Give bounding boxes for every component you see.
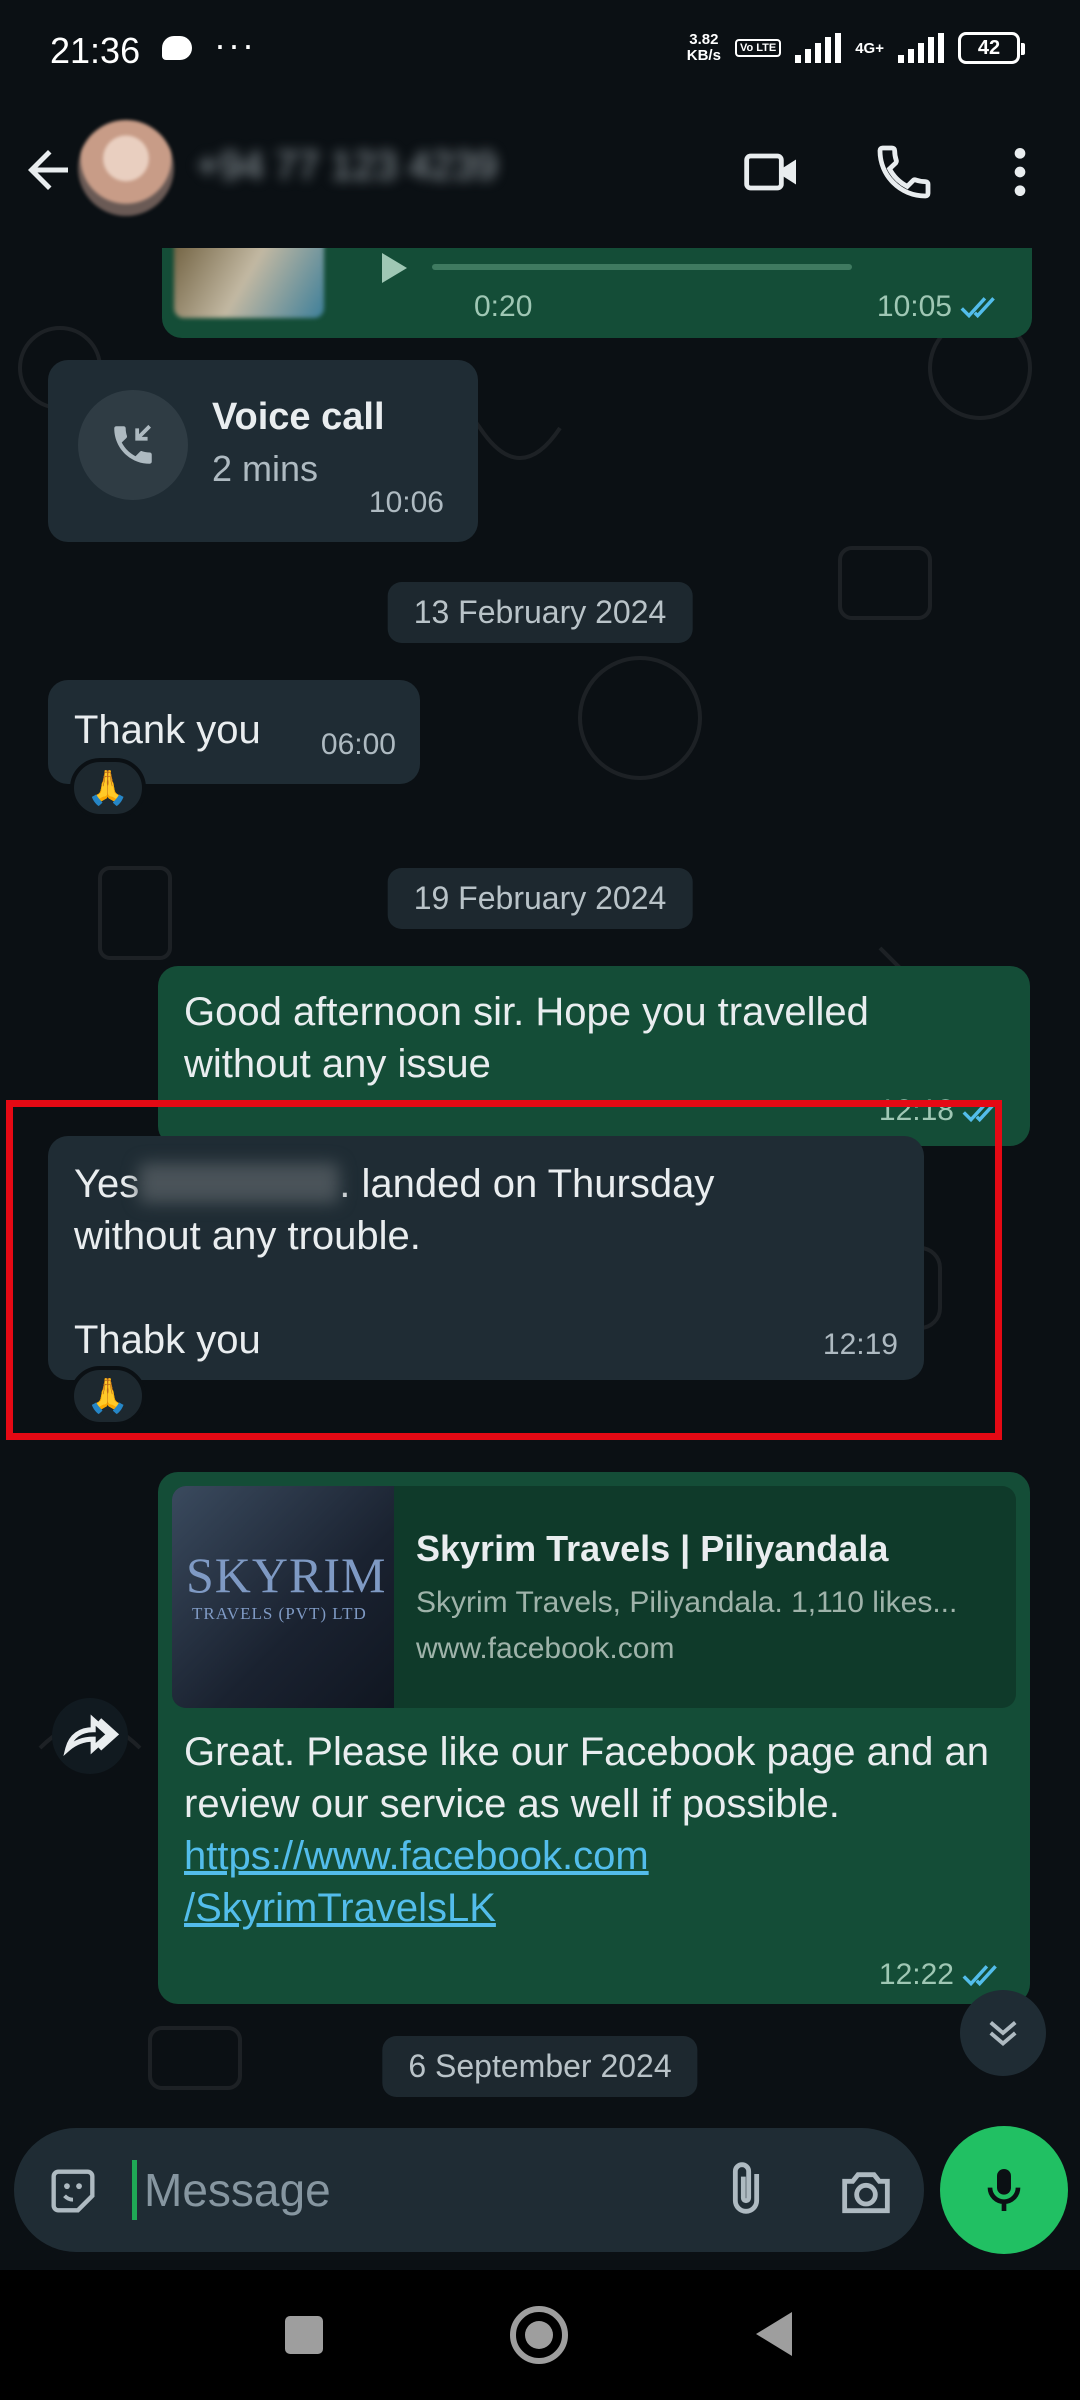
voice-call-duration: 2 mins [212, 448, 319, 489]
back-arrow-icon[interactable] [18, 140, 78, 200]
volte-icon: Vo LTE [734, 39, 782, 57]
link-preview-domain: www.facebook.com [416, 1632, 675, 1665]
message-meta: 10:05 [877, 290, 1004, 324]
message-text: Good afternoon sir. Hope you travelled w… [184, 990, 869, 1086]
contact-avatar[interactable] [78, 120, 174, 216]
network-speed-value: 3.82 [689, 31, 719, 48]
thumbnail-brand-sub: TRAVELS (PVT) LTD [192, 1604, 367, 1623]
read-ticks-icon [960, 297, 995, 319]
voice-note-waveform [432, 264, 852, 270]
message-time: 06:00 [320, 728, 396, 761]
microphone-icon [987, 2169, 1021, 2211]
status-time: 21:36 [50, 30, 141, 71]
system-navigation-bar [0, 2270, 1080, 2400]
play-icon[interactable] [372, 248, 412, 288]
recent-apps-button[interactable] [285, 2316, 323, 2354]
voice-call-bubble[interactable]: Voice call 2 mins 10:06 [48, 360, 478, 542]
link-preview-thumbnail: SKYRIM TRAVELS (PVT) LTD [172, 1486, 394, 1708]
signal-icon-2 [898, 33, 944, 63]
scroll-to-bottom-button[interactable] [960, 1990, 1046, 2076]
message-time: 12:22 [878, 1958, 954, 1991]
link-preview-card[interactable]: SKYRIM TRAVELS (PVT) LTD Skyrim Travels … [172, 1486, 1016, 1708]
voice-call-title: Voice call [212, 396, 385, 438]
text-caret [132, 2160, 137, 2220]
message-link[interactable]: https://www.facebook.com /SkyrimTravelsL… [184, 1830, 1004, 1934]
link-preview-title: Skyrim Travels | Piliyandala [416, 1528, 889, 1569]
message-time: 10:06 [368, 486, 444, 519]
read-ticks-icon [962, 1965, 997, 1987]
sticker-emoji-icon[interactable] [44, 2162, 102, 2220]
voice-record-button[interactable] [940, 2126, 1068, 2254]
network-speed: 3.82 KB/s [687, 32, 721, 64]
notification-chat-icon [162, 36, 192, 60]
voice-note-bubble[interactable]: 0:20 10:05 [162, 248, 1032, 338]
missed-call-circle [78, 390, 188, 500]
message-text: Thank you [74, 708, 261, 752]
voice-note-duration: 0:20 [474, 290, 533, 323]
message-meta: 12:22 [879, 1958, 1006, 1992]
link-message-bubble[interactable]: SKYRIM TRAVELS (PVT) LTD Skyrim Travels … [158, 1472, 1030, 2004]
network-speed-unit: KB/s [686, 47, 721, 64]
message-input[interactable] [144, 2152, 704, 2228]
network-type: 4G+ [855, 39, 884, 57]
home-button[interactable] [510, 2306, 568, 2364]
message-input-box[interactable] [14, 2128, 924, 2252]
link-preview-description: Skyrim Travels, Piliyandala. 1,110 likes… [416, 1586, 958, 1619]
camera-icon[interactable] [834, 2160, 898, 2224]
date-separator: 6 September 2024 [382, 2036, 698, 2097]
attach-icon[interactable] [714, 2158, 778, 2222]
url-line2[interactable]: /SkyrimTravelsLK [184, 1886, 496, 1930]
reaction-emoji[interactable]: 🙏 [70, 758, 146, 818]
more-notifications-icon: ··· [214, 24, 256, 65]
voice-call-icon[interactable] [872, 140, 936, 204]
highlight-box [6, 1100, 1002, 1440]
message-time: 10:05 [876, 290, 952, 323]
message-text: Great. Please like our Facebook page and… [184, 1730, 989, 1826]
more-options-icon[interactable] [988, 140, 1052, 204]
double-chevron-down-icon [989, 2021, 1017, 2047]
battery-icon: 42 [958, 32, 1025, 64]
signal-icon [795, 33, 842, 63]
date-separator: 13 February 2024 [387, 582, 693, 643]
video-call-icon[interactable] [740, 140, 804, 204]
forward-icon[interactable] [52, 1698, 128, 1774]
url-line1[interactable]: https://www.facebook.com [184, 1834, 649, 1878]
voice-note-avatar [174, 248, 324, 318]
message-composer [0, 2126, 1080, 2268]
chat-header: +94 77 123 4239 [0, 100, 1080, 248]
date-separator: 19 February 2024 [387, 868, 693, 929]
chat-area[interactable]: 0:20 10:05 Voice call 2 mins 10:06 13 Fe… [0, 248, 1080, 2128]
status-bar: 21:36 ··· 3.82 KB/s Vo LTE 4G+ 42 [0, 0, 1080, 100]
contact-name[interactable]: +94 77 123 4239 [196, 144, 497, 189]
back-button[interactable] [756, 2312, 792, 2356]
incoming-call-icon [114, 424, 152, 464]
thumbnail-brand: SKYRIM [186, 1547, 387, 1603]
